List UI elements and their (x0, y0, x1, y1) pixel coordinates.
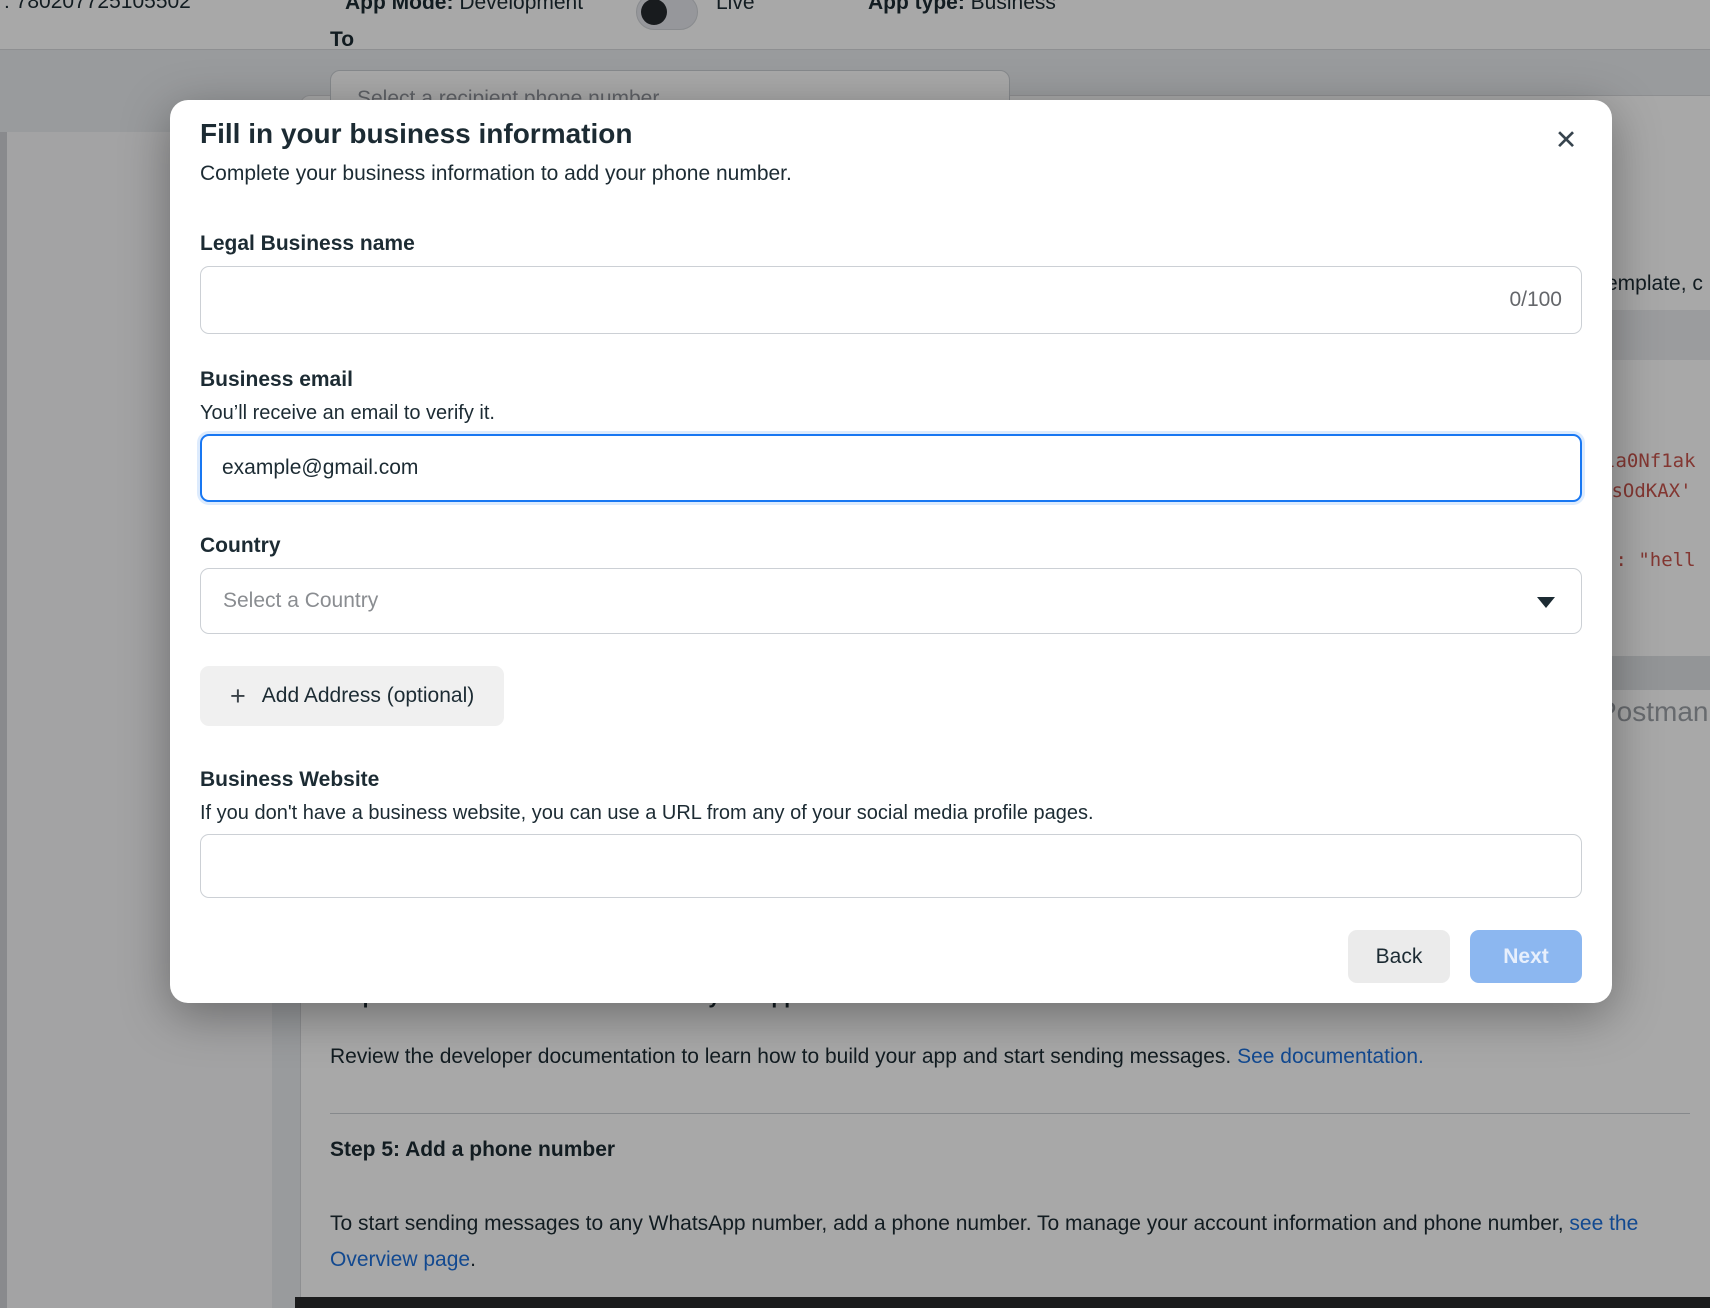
business-website-input[interactable] (200, 834, 1582, 898)
char-counter: 0/100 (1509, 288, 1562, 312)
business-email-input[interactable] (200, 434, 1582, 502)
business-website-helper: If you don't have a business website, yo… (200, 802, 1094, 825)
legal-name-field-wrap: 0/100 (200, 266, 1582, 334)
chevron-down-icon (1537, 597, 1555, 608)
modal-title: Fill in your business information (200, 118, 632, 150)
add-address-button[interactable]: + Add Address (optional) (200, 666, 504, 726)
country-label: Country (200, 534, 281, 558)
close-icon[interactable]: ✕ (1546, 120, 1586, 160)
business-website-field-wrap (200, 834, 1582, 898)
screen: : 780207725105502 App Mode: Development … (0, 0, 1710, 1308)
modal-subtitle: Complete your business information to ad… (200, 162, 792, 186)
next-button[interactable]: Next (1470, 930, 1582, 983)
legal-name-input[interactable] (200, 266, 1582, 334)
business-website-label: Business Website (200, 768, 379, 792)
country-select[interactable]: Select a Country (200, 568, 1582, 634)
legal-name-label: Legal Business name (200, 232, 415, 256)
plus-icon: + (230, 683, 246, 710)
business-email-helper: You’ll receive an email to verify it. (200, 402, 495, 425)
add-address-label: Add Address (optional) (262, 684, 474, 708)
country-placeholder: Select a Country (223, 589, 378, 613)
back-button[interactable]: Back (1348, 930, 1450, 983)
business-info-modal: Fill in your business information Comple… (170, 100, 1612, 1003)
modal-footer: Back Next (1348, 930, 1582, 983)
business-email-label: Business email (200, 368, 353, 392)
business-email-field-wrap (200, 434, 1582, 502)
